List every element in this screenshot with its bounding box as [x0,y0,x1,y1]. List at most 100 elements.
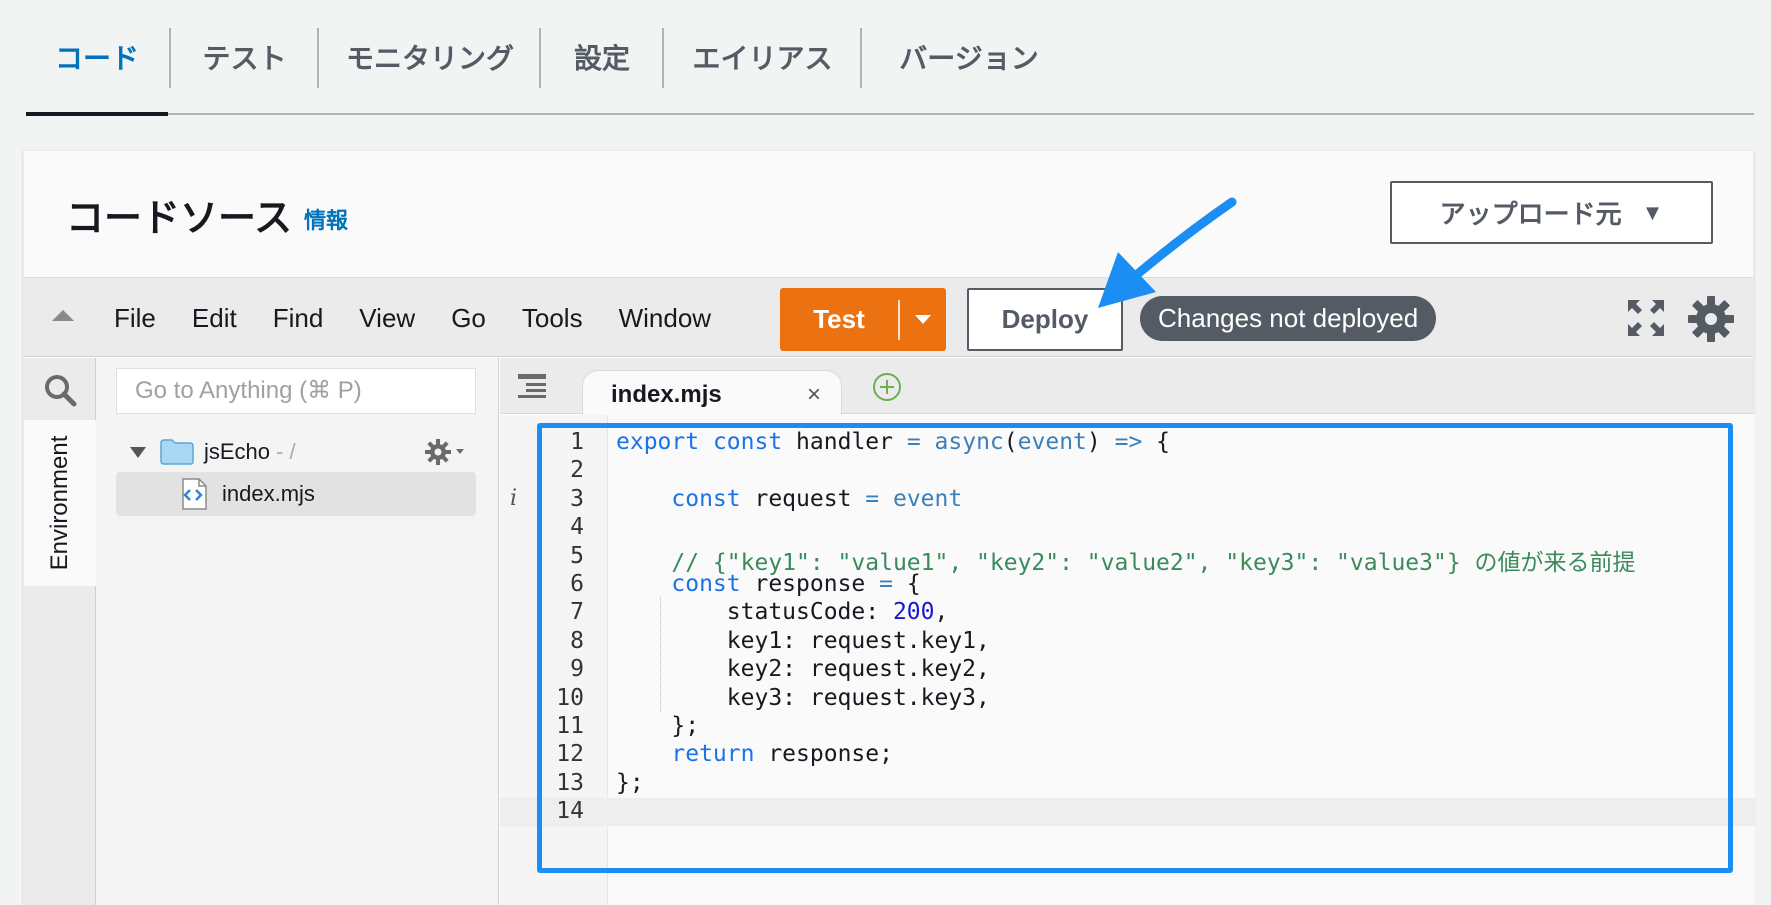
folder-icon [160,439,194,465]
code-line: 2 [500,457,1755,485]
line-code: statusCode: 200, [616,599,949,626]
environment-tab[interactable]: Environment [24,420,96,586]
tree-root-folder[interactable]: jsEcho - / [116,430,476,474]
deploy-button[interactable]: Deploy [967,288,1123,351]
line-number: 3 [570,485,584,512]
file-tree: jsEcho - / [96,358,499,905]
tab-divider [169,28,171,88]
ide-menu: File Edit Find View Go Tools Window [114,278,747,358]
line-number: 13 [556,769,584,796]
tab-divider [539,28,541,88]
upload-from-button[interactable]: アップロード元 ▼ [1390,181,1713,244]
environment-label: Environment [46,435,73,571]
js-file-icon [182,478,207,510]
line-number: 6 [570,570,584,597]
info-link[interactable]: 情報 [304,203,348,235]
test-dropdown-toggle[interactable] [900,315,946,324]
root-folder-path: - / [276,439,296,464]
menu-window[interactable]: Window [619,303,711,334]
tab-divider [662,28,664,88]
line-code: // {"key1": "value1", "key2": "value2", … [671,549,1636,576]
code-line: 10 key3: request.key3, [500,685,1755,713]
line-code: export const handler = async(event) => { [616,429,1171,455]
search-icon[interactable] [42,372,78,408]
line-code: return response; [671,741,893,768]
code-line: 1 export const handler = async(event) => … [500,429,1755,457]
test-button[interactable]: Test [780,288,946,351]
line-number: 7 [570,599,584,626]
menu-find[interactable]: Find [273,303,324,334]
menu-edit[interactable]: Edit [192,303,237,334]
collapse-up-icon[interactable] [52,310,74,321]
menu-go[interactable]: Go [451,303,486,334]
settings-gear-icon[interactable] [1686,294,1736,344]
code-line: 5 // {"key1": "value1", "key2": "value2"… [500,543,1755,576]
ide-toolbar: File Edit Find View Go Tools Window Test… [24,277,1753,357]
code-source-panel: コードソース 情報 アップロード元 ▼ File Edit Find View … [23,150,1755,905]
line-number: 1 [570,429,584,455]
menu-file[interactable]: File [114,303,156,334]
line-code: key1: request.key1, [616,627,990,654]
line-code: const response = { [671,570,921,597]
code-line: 7 statusCode: 200, [500,599,1755,627]
editor-tab-bar: index.mjs × [500,358,1755,415]
line-number: 12 [556,741,584,768]
upload-button-label: アップロード元 [1439,199,1622,229]
code-line: 13}; [500,770,1755,798]
page-title: コードソース [66,198,293,240]
tree-settings-gear-icon[interactable] [424,438,466,466]
go-to-anything-input[interactable] [116,368,476,414]
tab-list-icon[interactable] [518,374,546,398]
editor-tab-name: index.mjs [611,381,722,408]
tab-divider [317,28,319,88]
function-tabs: コード テスト モニタリング 設定 エイリアス バージョン [26,0,1754,116]
code-lines: 1 export const handler = async(event) => … [500,429,1755,827]
line-number: 11 [556,712,584,739]
line-code: const request = event [671,485,963,512]
line-number: 9 [570,656,584,683]
tab-aliases[interactable]: エイリアス [665,0,860,113]
line-code: key3: request.key3, [616,684,990,711]
line-number: 8 [570,627,584,654]
menu-tools[interactable]: Tools [522,303,583,334]
menu-view[interactable]: View [359,303,415,334]
line-number: 10 [556,684,584,711]
editor-file-tab[interactable]: index.mjs × [582,370,842,415]
line-number: 4 [570,514,584,541]
tree-file-item[interactable]: index.mjs [116,472,476,516]
test-button-label: Test [813,304,865,334]
line-number: 2 [570,457,584,484]
code-line: 12 return response; [500,741,1755,769]
tab-versions[interactable]: バージョン [863,0,1075,113]
code-line: 14 [500,798,1755,827]
status-badge: Changes not deployed [1140,296,1437,341]
panel-header: コードソース 情報 アップロード元 ▼ [24,151,1753,276]
expand-triangle-icon[interactable] [130,446,146,458]
line-number: 14 [556,798,584,825]
code-line: 9 key2: request.key2, [500,656,1755,684]
caret-down-icon: ▼ [1641,199,1664,225]
close-icon[interactable]: × [807,381,821,409]
code-editor: index.mjs × i 1 export const handler = as… [500,358,1755,905]
line-code: key2: request.key2, [616,656,990,683]
tab-divider [860,28,862,88]
tab-test[interactable]: テスト [172,0,317,113]
file-name: index.mjs [222,481,315,506]
root-folder-name: jsEcho [204,439,271,464]
tab-monitoring[interactable]: モニタリング [320,0,540,113]
fullscreen-icon[interactable] [1628,300,1664,336]
code-line: 11 }; [500,713,1755,741]
chevron-down-icon [915,315,931,324]
tab-settings[interactable]: 設定 [542,0,662,113]
ide-left-rail: Environment [24,358,96,905]
line-code: }; [616,712,700,739]
code-line: 4 [500,514,1755,542]
code-area[interactable]: i 1 export const handler = async(event) =… [500,415,1755,905]
code-line: 3 const request = event [500,486,1755,514]
tab-code[interactable]: コード [26,0,168,116]
line-code: }; [616,769,644,796]
add-tab-icon[interactable] [872,372,902,402]
